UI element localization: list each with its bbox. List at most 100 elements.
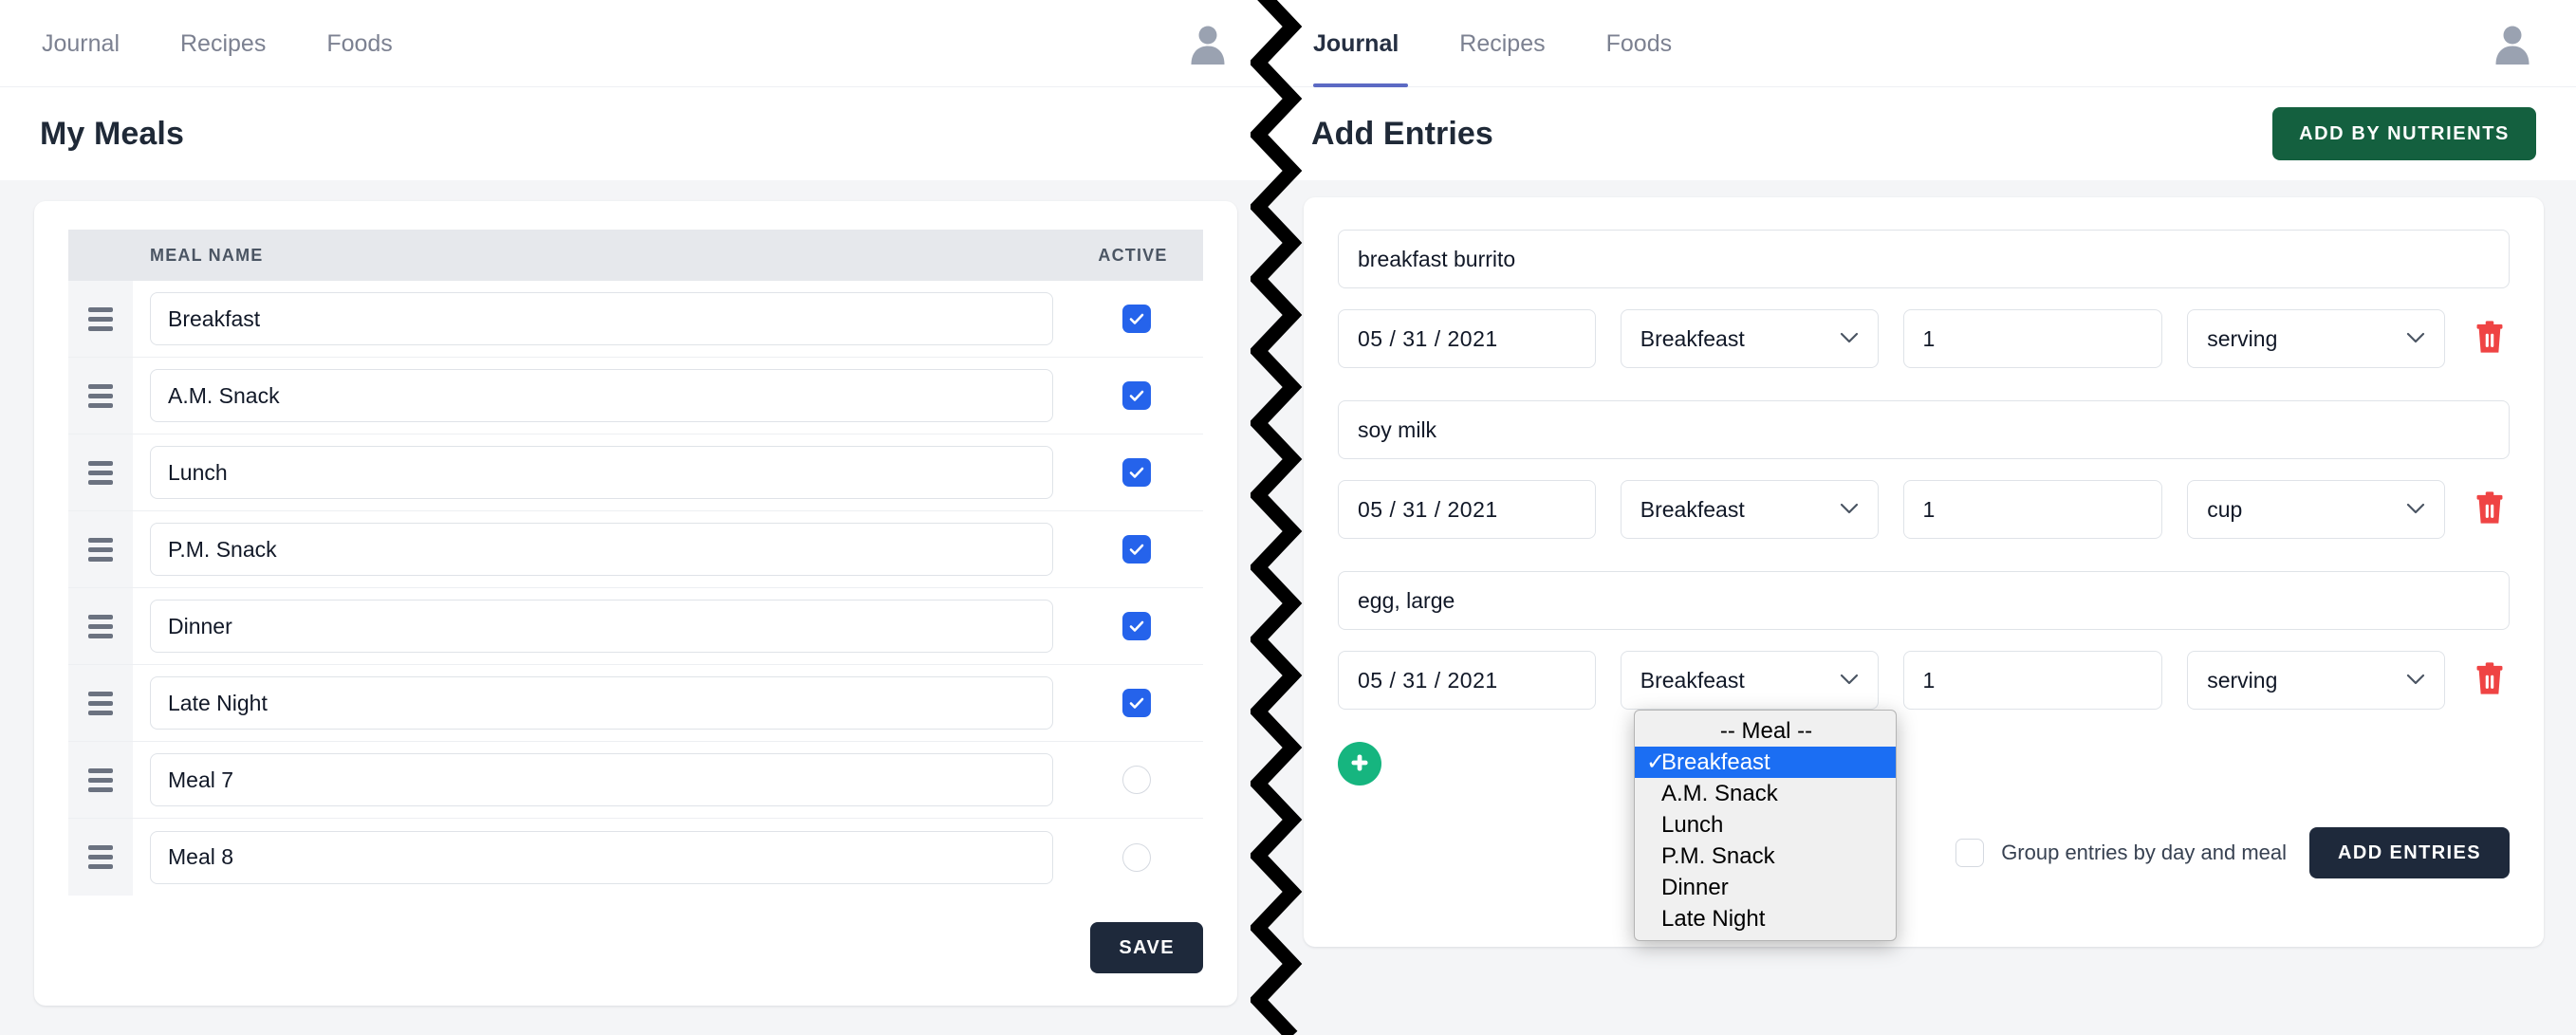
entry-meal-value: Breakfeast	[1640, 667, 1745, 693]
chevron-down-icon	[2406, 329, 2425, 348]
entry-quantity-input[interactable]: 1	[1902, 480, 2163, 539]
active-checkbox[interactable]	[1122, 381, 1151, 410]
nav-item-foods[interactable]: Foods	[296, 0, 422, 87]
user-avatar-icon[interactable]	[2491, 22, 2534, 65]
group-entries-checkbox[interactable]	[1955, 839, 1985, 867]
meal-name-cell	[133, 511, 1070, 587]
tab-foods[interactable]: Foods	[1576, 0, 1702, 87]
meal-name-input[interactable]	[150, 369, 1053, 422]
dropdown-option-label: Breakfeast	[1661, 749, 1770, 775]
entry-unit-value: cup	[2207, 496, 2243, 522]
entry-unit-value: serving	[2207, 325, 2278, 351]
entry-meal-select[interactable]: Breakfeast	[1620, 480, 1879, 539]
active-checkbox[interactable]	[1122, 842, 1151, 872]
dropdown-option-label: Late Night	[1661, 906, 1766, 932]
entry-date-input[interactable]: 05 / 31 / 2021	[1338, 309, 1596, 368]
drag-handle-icon[interactable]	[68, 434, 133, 510]
left-body: MEAL NAME ACTIVE Breakfast A.M. Snack Lu…	[0, 180, 1271, 1035]
food-name-input[interactable]	[1338, 230, 2510, 288]
table-row	[68, 358, 1203, 434]
meal-name-input[interactable]	[150, 830, 1053, 884]
active-checkbox[interactable]	[1122, 766, 1151, 794]
meal-active-cell	[1070, 358, 1203, 434]
meals-table: MEAL NAME ACTIVE	[68, 230, 1203, 896]
chevron-down-icon	[2406, 500, 2425, 519]
check-icon: ✓	[1646, 749, 1666, 775]
meal-name-input[interactable]	[150, 753, 1053, 806]
meal-name-input[interactable]	[150, 676, 1053, 730]
active-checkbox[interactable]	[1122, 458, 1151, 487]
meal-name-cell	[133, 434, 1070, 510]
entry-fields-row: 05 / 31 / 2021 Breakfeast 1 cup	[1338, 480, 2510, 539]
group-entries-toggle[interactable]: Group entries by day and meal	[1955, 839, 2287, 867]
food-name-input[interactable]	[1338, 571, 2510, 630]
dropdown-option-am-snack[interactable]: A.M. Snack	[1635, 778, 1896, 809]
save-button[interactable]: SAVE	[1090, 922, 1203, 973]
chevron-down-icon	[1840, 500, 1859, 519]
dropdown-option-pm-snack[interactable]: P.M. Snack	[1635, 841, 1896, 872]
meal-name-input[interactable]	[150, 523, 1053, 576]
meal-name-input[interactable]	[150, 446, 1053, 499]
dropdown-option-dinner[interactable]: Dinner	[1635, 872, 1896, 903]
drag-handle-icon[interactable]	[68, 511, 133, 587]
trash-icon	[2474, 490, 2506, 529]
add-entries-button[interactable]: ADD ENTRIES	[2309, 827, 2510, 878]
dropdown-option-meal-placeholder[interactable]: -- Meal --	[1635, 715, 1896, 747]
food-name-input[interactable]	[1338, 400, 2510, 459]
entry-quantity-input[interactable]: 1	[1902, 651, 2163, 710]
right-nav: Journal Recipes Foods	[1313, 0, 1702, 87]
entry-date-input[interactable]: 05 / 31 / 2021	[1338, 480, 1596, 539]
delete-entry-button[interactable]	[2470, 320, 2510, 359]
drag-handle-icon[interactable]	[68, 665, 133, 741]
delete-entry-button[interactable]	[2470, 661, 2510, 700]
tab-recipes[interactable]: Recipes	[1429, 0, 1575, 87]
table-row	[68, 819, 1203, 896]
meal-active-cell	[1070, 742, 1203, 818]
entry-meal-select[interactable]: Breakfeast	[1620, 309, 1879, 368]
meal-name-input[interactable]	[150, 292, 1053, 345]
dropdown-option-lunch[interactable]: Lunch	[1635, 809, 1896, 841]
user-avatar-icon[interactable]	[1186, 22, 1230, 65]
active-checkbox[interactable]	[1122, 689, 1151, 717]
nav-item-recipes[interactable]: Recipes	[150, 0, 296, 87]
entry-quantity-input[interactable]: 1	[1902, 309, 2163, 368]
active-checkbox[interactable]	[1122, 612, 1151, 640]
dropdown-option-label: A.M. Snack	[1661, 781, 1778, 806]
meal-active-cell	[1070, 819, 1203, 896]
delete-entry-button[interactable]	[2470, 490, 2510, 529]
left-page-head: My Meals	[0, 87, 1271, 180]
active-checkbox[interactable]	[1122, 535, 1151, 564]
drag-handle-icon[interactable]	[68, 742, 133, 818]
entry-fields-row: 05 / 31 / 2021 Breakfeast 1 serving	[1338, 309, 2510, 368]
add-by-nutrients-button[interactable]: ADD BY NUTRIENTS	[2272, 107, 2536, 160]
entry-unit-select[interactable]: serving	[2187, 651, 2445, 710]
dropdown-option-breakfeast[interactable]: ✓Breakfeast	[1635, 747, 1896, 778]
meal-select-dropdown[interactable]: -- Meal -- ✓Breakfeast A.M. Snack Lunch …	[1634, 710, 1897, 941]
entry-meal-select[interactable]: Breakfeast	[1620, 651, 1879, 710]
table-header-row: MEAL NAME ACTIVE	[68, 230, 1203, 281]
table-row	[68, 281, 1203, 358]
add-entry-row-button[interactable]	[1338, 742, 1381, 785]
entry-meal-value: Breakfeast	[1640, 496, 1745, 522]
meal-name-cell	[133, 819, 1070, 896]
active-checkbox[interactable]	[1122, 305, 1151, 333]
page-title: Add Entries	[1311, 115, 1493, 152]
chevron-down-icon	[2406, 671, 2425, 690]
meal-name-input[interactable]	[150, 600, 1053, 653]
chevron-down-icon	[1840, 329, 1859, 348]
entry-block: 05 / 31 / 2021 Breakfeast 1 serving	[1338, 571, 2510, 710]
drag-handle-icon[interactable]	[68, 358, 133, 434]
drag-handle-icon[interactable]	[68, 819, 133, 896]
meal-name-cell	[133, 742, 1070, 818]
entry-date-input[interactable]: 05 / 31 / 2021	[1338, 651, 1596, 710]
drag-handle-icon[interactable]	[68, 588, 133, 664]
right-topbar: Journal Recipes Foods	[1271, 0, 2576, 87]
entry-unit-select[interactable]: cup	[2187, 480, 2445, 539]
dropdown-option-label: P.M. Snack	[1661, 843, 1775, 869]
nav-item-journal[interactable]: Journal	[42, 0, 150, 87]
left-topbar: Journal Recipes Foods	[0, 0, 1271, 87]
drag-handle-icon[interactable]	[68, 281, 133, 357]
dropdown-option-late-night[interactable]: Late Night	[1635, 903, 1896, 934]
tab-journal[interactable]: Journal	[1313, 0, 1429, 87]
entry-unit-select[interactable]: serving	[2187, 309, 2445, 368]
